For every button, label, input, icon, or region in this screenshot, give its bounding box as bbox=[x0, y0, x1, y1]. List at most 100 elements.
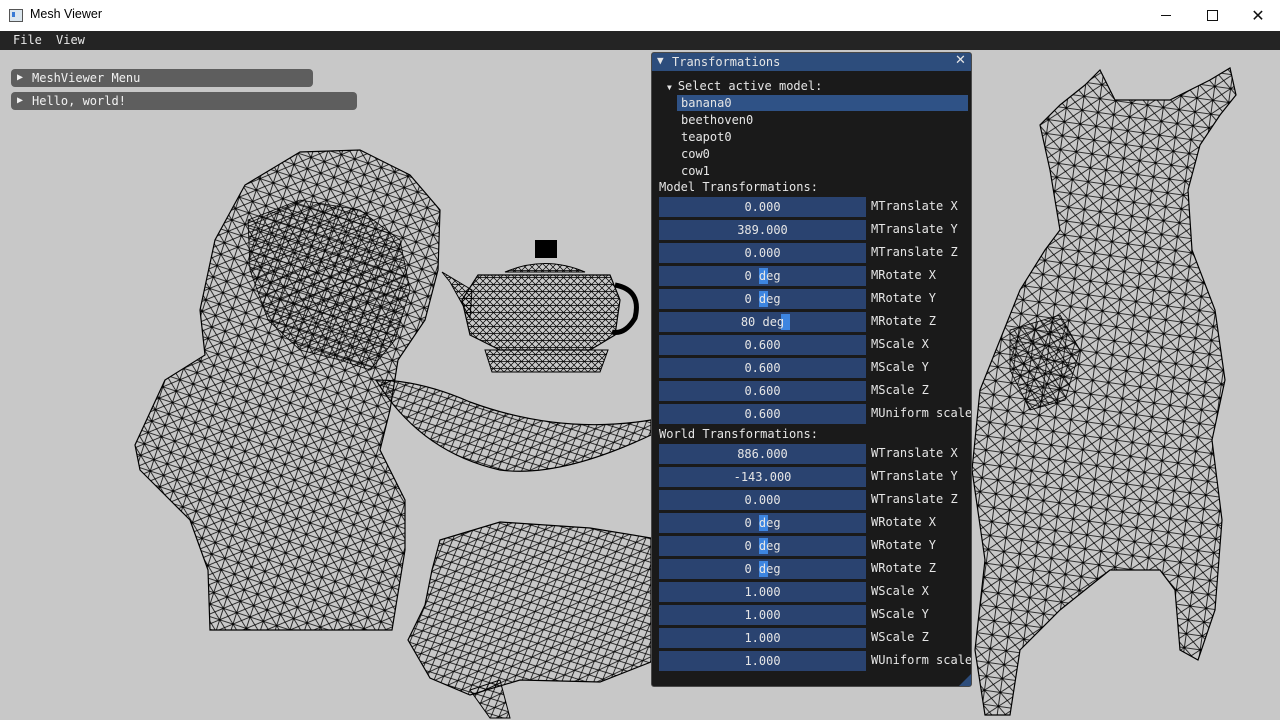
window-title: Mesh Viewer bbox=[30, 7, 103, 21]
window-label: MeshViewer Menu bbox=[32, 71, 141, 85]
field-label: MTranslate X bbox=[871, 199, 958, 213]
transformations-titlebar[interactable]: ▼ Transformations ✕ bbox=[652, 53, 971, 71]
field-label: MTranslate Z bbox=[871, 245, 958, 259]
meshviewer-menu-window[interactable]: ▶ MeshViewer Menu bbox=[11, 69, 313, 87]
field-label: WRotate Y bbox=[871, 538, 937, 552]
banana-mesh bbox=[374, 379, 652, 472]
maximize-icon bbox=[1206, 10, 1218, 21]
wrotate-y-row: 0 deg WRotate Y bbox=[659, 536, 971, 556]
menu-file[interactable]: File bbox=[13, 33, 42, 47]
wtranslate-y-row: -143.000 WTranslate Y bbox=[659, 467, 971, 487]
field-value: 0 deg bbox=[744, 562, 781, 576]
field-label: MTranslate Y bbox=[871, 222, 958, 236]
mtranslate-x-row: 0.000 MTranslate X bbox=[659, 197, 971, 217]
field-value: 0.600 bbox=[744, 384, 781, 398]
slider-angle-field[interactable]: 0 deg bbox=[659, 289, 866, 309]
teapot-mesh bbox=[441, 240, 639, 373]
field-label: WUniform scale bbox=[871, 653, 972, 667]
wtranslate-x-row: 886.000 WTranslate X bbox=[659, 444, 971, 464]
field-label: MScale Z bbox=[871, 383, 929, 397]
model-item-banana0[interactable]: banana0 bbox=[677, 95, 968, 111]
slider-angle-field[interactable]: 0 deg bbox=[659, 513, 866, 533]
slider-angle-field[interactable]: 80 deg bbox=[659, 312, 866, 332]
field-label: WScale Z bbox=[871, 630, 929, 644]
field-value: 0.000 bbox=[744, 200, 781, 214]
field-label: WTranslate Y bbox=[871, 469, 958, 483]
field-value: 389.000 bbox=[737, 223, 788, 237]
drag-float-field[interactable]: 886.000 bbox=[659, 444, 866, 464]
drag-float-field[interactable]: 1.000 bbox=[659, 605, 866, 625]
hello-world-window[interactable]: ▶ Hello, world! bbox=[11, 92, 357, 110]
field-value: 0 deg bbox=[744, 516, 781, 530]
wtranslate-z-row: 0.000 WTranslate Z bbox=[659, 490, 971, 510]
minimize-icon bbox=[1161, 15, 1171, 16]
close-button[interactable]: ✕ bbox=[1235, 0, 1280, 31]
drag-float-field[interactable]: 0.600 bbox=[659, 358, 866, 378]
expand-arrow-icon[interactable]: ▶ bbox=[17, 92, 23, 110]
wrotate-x-row: 0 deg WRotate X bbox=[659, 513, 971, 533]
cow-mesh-bottom bbox=[407, 521, 652, 719]
drag-float-field[interactable]: 1.000 bbox=[659, 628, 866, 648]
drag-float-field[interactable]: 0.600 bbox=[659, 381, 866, 401]
collapse-arrow-icon[interactable]: ▼ bbox=[657, 54, 664, 67]
field-label: WScale Y bbox=[871, 607, 929, 621]
mtranslate-y-row: 389.000 MTranslate Y bbox=[659, 220, 971, 240]
slider-angle-field[interactable]: 0 deg bbox=[659, 536, 866, 556]
muniform-scale-row: 0.600 MUniform scale bbox=[659, 404, 971, 424]
model-item-cow0[interactable]: cow0 bbox=[677, 146, 968, 162]
resize-grip[interactable] bbox=[959, 674, 971, 686]
close-icon[interactable]: ✕ bbox=[955, 53, 966, 68]
field-label: MScale X bbox=[871, 337, 929, 351]
field-value: 0 deg bbox=[744, 539, 781, 553]
wuniform-scale-row: 1.000 WUniform scale bbox=[659, 651, 971, 671]
drag-float-field[interactable]: 0.600 bbox=[659, 335, 866, 355]
drag-float-field[interactable]: 0.600 bbox=[659, 404, 866, 424]
field-label: WRotate X bbox=[871, 515, 937, 529]
drag-float-field[interactable]: 0.000 bbox=[659, 490, 866, 510]
drag-float-field[interactable]: 389.000 bbox=[659, 220, 866, 240]
drag-float-field[interactable]: 0.000 bbox=[659, 197, 866, 217]
wrotate-z-row: 0 deg WRotate Z bbox=[659, 559, 971, 579]
field-value: 1.000 bbox=[744, 631, 781, 645]
field-value: 80 deg bbox=[740, 315, 785, 329]
field-label: MScale Y bbox=[871, 360, 929, 374]
cow-mesh-right bbox=[971, 67, 1237, 716]
window-label: Hello, world! bbox=[32, 94, 126, 108]
mscale-x-row: 0.600 MScale X bbox=[659, 335, 971, 355]
mrotate-x-row: 0 deg MRotate X bbox=[659, 266, 971, 286]
3d-viewport[interactable] bbox=[0, 50, 1280, 720]
field-label: MUniform scale bbox=[871, 406, 972, 420]
drag-float-field[interactable]: 0.000 bbox=[659, 243, 866, 263]
drag-float-field[interactable]: 1.000 bbox=[659, 651, 866, 671]
field-label: WRotate Z bbox=[871, 561, 937, 575]
field-label: WScale X bbox=[871, 584, 929, 598]
field-label: MRotate Y bbox=[871, 291, 937, 305]
slider-angle-field[interactable]: 0 deg bbox=[659, 559, 866, 579]
transformations-window: ▼ Transformations ✕ ▼ Select active model… bbox=[651, 52, 972, 687]
drag-float-field[interactable]: -143.000 bbox=[659, 467, 866, 487]
model-item-beethoven0[interactable]: beethoven0 bbox=[677, 112, 968, 128]
field-value: 1.000 bbox=[744, 608, 781, 622]
field-value: 0 deg bbox=[744, 292, 781, 306]
window-title: Transformations bbox=[672, 55, 781, 69]
wireframe-scene bbox=[134, 67, 1237, 719]
mtranslate-z-row: 0.000 MTranslate Z bbox=[659, 243, 971, 263]
world-transformations-label: World Transformations: bbox=[659, 427, 818, 441]
select-model-tree[interactable]: ▼ Select active model: bbox=[667, 79, 822, 93]
field-value: 0.600 bbox=[744, 338, 781, 352]
mscale-z-row: 0.600 MScale Z bbox=[659, 381, 971, 401]
model-item-teapot0[interactable]: teapot0 bbox=[677, 129, 968, 145]
slider-angle-field[interactable]: 0 deg bbox=[659, 266, 866, 286]
mscale-y-row: 0.600 MScale Y bbox=[659, 358, 971, 378]
maximize-button[interactable] bbox=[1189, 0, 1235, 31]
field-value: 1.000 bbox=[744, 585, 781, 599]
field-value: 0 deg bbox=[744, 269, 781, 283]
field-value: 0.600 bbox=[744, 361, 781, 375]
model-item-cow1[interactable]: cow1 bbox=[677, 163, 968, 179]
expand-arrow-icon[interactable]: ▶ bbox=[17, 69, 23, 87]
model-transformations-label: Model Transformations: bbox=[659, 180, 818, 194]
menu-view[interactable]: View bbox=[56, 33, 85, 47]
drag-float-field[interactable]: 1.000 bbox=[659, 582, 866, 602]
field-value: 0.000 bbox=[744, 493, 781, 507]
minimize-button[interactable] bbox=[1143, 0, 1189, 31]
